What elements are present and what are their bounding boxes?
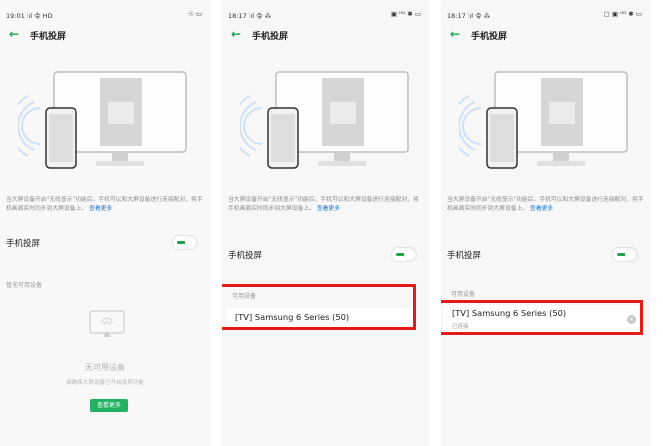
back-arrow-icon[interactable]: ← [9, 27, 19, 41]
description: 当大屏设备开启"无线显示"功能后，手机可以和大屏设备进行连接配对，将手机画面实时… [6, 196, 204, 214]
learn-more-link[interactable]: 查看更多 [89, 206, 112, 212]
learn-more-button[interactable]: 查看更多 [90, 399, 128, 412]
screencast-toggle-row: 手机投屏 [228, 243, 423, 263]
battery-icons: ▢ ▣ ᴴᴰ ✱ ▭ [603, 10, 642, 18]
section-label: 可用设备 [451, 291, 476, 298]
back-arrow-icon[interactable]: ← [231, 27, 241, 41]
screencast-toggle[interactable] [172, 235, 198, 250]
top-bar: ← 手机投屏 [0, 26, 210, 44]
screencast-toggle[interactable] [612, 247, 638, 262]
status-bar: 18:17 ⫶ıl 令 ⁂ ▢ ▣ ᴴᴰ ✱ ▭ [441, 10, 650, 22]
highlight-box [222, 284, 416, 330]
screen-available-device: 18:17 ⫶ıl 令 ⁂ ▣ ᴴᴰ ✱ ▭ ← 手机投屏 当大屏设备开启"无线… [222, 0, 429, 446]
toggle-label: 手机投屏 [6, 239, 41, 249]
top-bar: ← 手机投屏 [222, 26, 429, 44]
battery-icons: ▣ ᴴᴰ ✱ ▭ [390, 10, 421, 18]
empty-subtitle: 请确保大屏设备已开启投屏功能 [65, 380, 145, 386]
description: 当大屏设备开启"无线显示"功能后，手机可以和大屏设备进行连接配对，将手机画面实时… [228, 196, 423, 214]
screencast-illustration [18, 71, 187, 169]
screencast-illustration [240, 71, 409, 169]
screen-connected-device: 18:17 ⫶ıl 令 ⁂ ▢ ▣ ᴴᴰ ✱ ▭ ← 手机投屏 当大屏设备开启"… [441, 0, 650, 446]
status-time: 18:17 [447, 12, 466, 20]
section-label: 暂无可用设备 [6, 282, 43, 289]
screencast-toggle-row: 手机投屏 [6, 231, 204, 251]
page-title: 手机投屏 [30, 32, 67, 42]
toggle-label: 手机投屏 [447, 251, 482, 261]
status-time: 18:17 [228, 12, 247, 20]
screen-no-devices: 19:01 ⫶ıl 令 HD ☉ ▭ ← 手机投屏 当大屏设备开启"无线显示"功… [0, 0, 210, 446]
back-arrow-icon[interactable]: ← [450, 27, 460, 41]
signal-wifi-icons: ⫶ıl 令 HD [26, 12, 53, 20]
page-title: 手机投屏 [471, 32, 508, 42]
description: 当大屏设备开启"无线显示"功能后，手机可以和大屏设备进行连接配对，将手机画面实时… [447, 196, 644, 214]
battery-icons: ☉ ▭ [187, 10, 202, 18]
screencast-toggle-row: 手机投屏 [447, 243, 644, 263]
status-time: 19:01 [6, 12, 25, 20]
page-title: 手机投屏 [252, 32, 289, 42]
toggle-label: 手机投屏 [228, 251, 263, 261]
learn-more-link[interactable]: 查看更多 [530, 206, 553, 212]
signal-wifi-icons: ⫶ıl 令 ⁂ [248, 12, 272, 20]
screencast-illustration [459, 71, 628, 169]
no-device-icon [89, 310, 125, 337]
empty-title: 无可用设备 [85, 363, 125, 372]
status-bar: 18:17 ⫶ıl 令 ⁂ ▣ ᴴᴰ ✱ ▭ [222, 10, 429, 22]
signal-wifi-icons: ⫶ıl 令 ⁂ [467, 12, 491, 20]
top-bar: ← 手机投屏 [441, 26, 650, 44]
highlight-box [441, 300, 643, 335]
learn-more-link[interactable]: 查看更多 [317, 206, 340, 212]
status-bar: 19:01 ⫶ıl 令 HD ☉ ▭ [0, 10, 210, 22]
screencast-toggle[interactable] [391, 247, 417, 262]
